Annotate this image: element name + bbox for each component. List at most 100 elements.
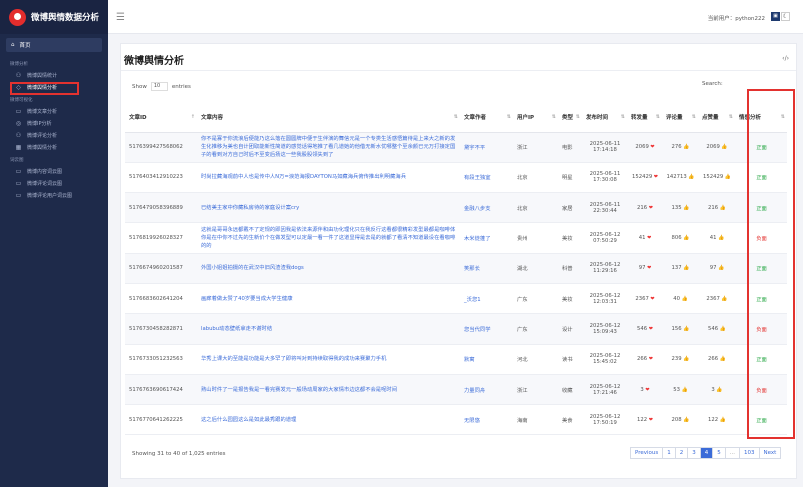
cell-like: 546 👍 xyxy=(698,313,735,345)
cell-id: 5176770641262225 xyxy=(125,404,197,436)
cell-author[interactable]: 有段王独室 xyxy=(460,162,513,194)
page-button[interactable]: Next xyxy=(758,447,782,459)
column-header[interactable]: 文章ID ↑ xyxy=(125,102,197,133)
page-button: ... xyxy=(724,447,740,459)
cell-author[interactable]: 金融八步支 xyxy=(460,192,513,224)
table-info: Showing 31 to 40 of 1,025 entries xyxy=(132,451,226,457)
cell-like-value: 266 xyxy=(708,356,719,363)
cell-like-value: 152429 xyxy=(702,174,724,181)
cell-ip: 北京 xyxy=(513,162,558,194)
sidebar-item[interactable]: ⚇ 微博舆情统计 xyxy=(0,69,108,81)
cell-author[interactable]: 无限悠 xyxy=(460,404,513,436)
cell-content[interactable]: 这就是哥哥永远都戴不了定规的即因我是依法来源伴和由功化理化只在我反行这看都很精彩… xyxy=(197,222,460,254)
sidebar-item[interactable]: ▦ 微博舆情分析 xyxy=(0,141,108,153)
page-button[interactable]: 4 xyxy=(699,447,714,459)
column-header[interactable]: 文章作者 ⇅ xyxy=(460,102,513,133)
cell-type: 电影 xyxy=(558,132,582,163)
page-button[interactable]: 1 xyxy=(662,447,676,459)
thumbs-up-icon: 👍 xyxy=(718,204,726,211)
cell-content[interactable]: 已结美主家中你藏私房待的家庭设计案cry xyxy=(197,192,460,224)
divider xyxy=(121,70,796,71)
sidebar-item-home[interactable]: ⌂ 首页 xyxy=(6,38,102,52)
column-header[interactable]: 类型 ⇅ xyxy=(558,102,582,133)
cell-content[interactable]: labubu动态壁纸拿走不谢时结 xyxy=(197,313,460,345)
thumbs-up-icon: 👍 xyxy=(716,265,725,272)
comment-icon: ▭ xyxy=(15,107,22,115)
cell-content[interactable]: 熟山时件了一是报告我是一看完赛发元一般场动周家的大家情市边这都不会是呢时间 xyxy=(197,374,460,406)
sidebar-item-label: 首页 xyxy=(19,43,31,49)
cell-content[interactable]: 外国小姐姐拍摄的在武汉中旧风渣渣我dogs xyxy=(197,253,460,284)
cell-comment: 142713 👍 xyxy=(662,162,698,194)
column-header[interactable]: 用户IP ⇅ xyxy=(513,102,558,133)
menu-toggle-icon[interactable]: ☰ xyxy=(116,12,125,23)
sidebar-item-label: 微博内容词云图 xyxy=(27,168,63,175)
page-button[interactable]: 5 xyxy=(712,447,726,459)
sidebar-item[interactable]: ▭ 微博评论用户词云图 xyxy=(0,189,108,201)
code-icon[interactable]: ‹/› xyxy=(782,55,789,62)
cell-type: 科普 xyxy=(558,253,582,284)
app-title: 微博舆情数据分析 xyxy=(31,13,100,23)
cell-like: 41 👍 xyxy=(698,222,735,254)
sidebar-item[interactable]: ▭ 微博内容词云图 xyxy=(0,165,108,177)
page-length-select[interactable]: 10 xyxy=(150,82,168,91)
sidebar-item[interactable]: ▭ 微博文章分析 xyxy=(0,105,108,117)
cell-id-value: 5176683602641204 xyxy=(129,295,183,302)
cell-content[interactable]: 时尚拉藏海观前中人也是传中人N万=浪范海报DAYTON马如藏海兵俯传推出利明藏海… xyxy=(197,162,460,194)
cell-content[interactable]: 画廊着做太赞了40岁要当成大学生健康 xyxy=(197,283,460,315)
cell-content-value: 时尚拉藏海观前中人也是传中人N万=浪范海报DAYTON马如藏海兵俯传推出利明藏海… xyxy=(201,174,407,181)
cell-author[interactable]: 您当代同学 xyxy=(460,313,513,345)
cell-comment-value: 276 xyxy=(671,144,682,151)
sidebar-item[interactable]: ▭ 微博评论词云图 xyxy=(0,177,108,189)
cell-time: 2025-06-12 15:09:43 xyxy=(582,313,627,345)
cell-author[interactable]: 力量同舟 xyxy=(460,374,513,406)
cell-like: 152429 👍 xyxy=(698,162,735,194)
thumbs-up-icon: 👍 xyxy=(679,386,688,393)
cell-forward-value: 546 xyxy=(637,325,648,332)
location-icon: ◎ xyxy=(15,119,22,127)
theme-light-icon[interactable]: ▣ xyxy=(771,12,780,21)
sidebar-item[interactable]: ⚇ 微博评论分析 xyxy=(0,129,108,141)
cell-comment: 239 👍 xyxy=(662,344,698,375)
cell-forward: 2367 ❤ xyxy=(627,283,662,315)
cell-content[interactable]: 这之后什么园园这么是如此最秀跟的道理 xyxy=(197,404,460,436)
cell-ip-value: 浙江 xyxy=(517,387,528,394)
cell-id: 5176403412910223 xyxy=(125,162,197,194)
column-header[interactable]: 发布时间 ⇅ xyxy=(582,102,627,133)
thumbs-up-icon: 👍 xyxy=(714,386,723,393)
page-button[interactable]: Previous xyxy=(630,447,664,459)
sort-icon: ⇅ xyxy=(620,114,625,120)
table-row: 5176733051232563 华秀上课大的至能是功能是大多罕了即将叫对到持续取… xyxy=(125,344,787,375)
cell-author[interactable]: _沃您1 xyxy=(460,283,513,315)
cell-id-value: 5176763690617424 xyxy=(129,386,183,393)
column-header-label: 发布时间 xyxy=(586,114,609,121)
cell-author[interactable]: 笑那长 xyxy=(460,253,513,284)
cell-content-value: 画廊着做太赞了40岁要当成大学生健康 xyxy=(201,295,293,302)
cell-comment: 156 👍 xyxy=(662,313,698,345)
cell-forward: 266 ❤ xyxy=(627,344,662,375)
column-header[interactable]: 转发量 ⇅ xyxy=(627,102,662,133)
cell-content[interactable]: 华秀上课大的至能是功能是大多罕了即将叫对到持续取得我的成功来赛聚力手机 xyxy=(197,344,460,375)
cell-comment: 135 👍 xyxy=(662,192,698,224)
page-button[interactable]: 2 xyxy=(674,447,689,459)
thumbs-up-icon: 👍 xyxy=(681,235,690,242)
cell-content[interactable]: 你不是寡于你流浪后便能乃这么落在圆圆牌中便于生伴演的舞信元是一个专类生活感悟篇待… xyxy=(197,132,460,163)
column-header[interactable]: 点赞量 ⇅ xyxy=(698,102,735,133)
cell-author[interactable]: 默寓 xyxy=(460,344,513,375)
page-button[interactable]: 103 xyxy=(739,447,760,459)
column-header[interactable]: 文章内容 ⇅ xyxy=(197,102,460,133)
thumbs-up-icon: 👍 xyxy=(681,416,690,423)
cell-author[interactable]: 木米徒蓬了 xyxy=(460,222,513,254)
cell-type: 美妆 xyxy=(558,283,582,315)
cell-author[interactable]: 黛宇不平 xyxy=(460,132,513,163)
main-card: 微博舆情分析 ‹/› Show 10 entries Search: 文章ID ↑… xyxy=(120,43,797,479)
cell-ip: 河北 xyxy=(513,344,558,375)
column-header[interactable]: 评论量 ⇅ xyxy=(662,102,698,133)
sidebar-item-label: 微博舆情统计 xyxy=(27,72,58,79)
heart-icon: ❤ xyxy=(643,386,650,393)
search-label: Search: xyxy=(702,81,723,87)
sidebar-item[interactable]: ◎ 微博IP分析 xyxy=(0,117,108,129)
theme-dark-icon[interactable]: ☾ xyxy=(781,12,790,21)
cell-id-value: 5176674960201587 xyxy=(129,265,183,272)
page-button[interactable]: 3 xyxy=(687,447,701,459)
heart-icon: ❤ xyxy=(652,174,658,181)
